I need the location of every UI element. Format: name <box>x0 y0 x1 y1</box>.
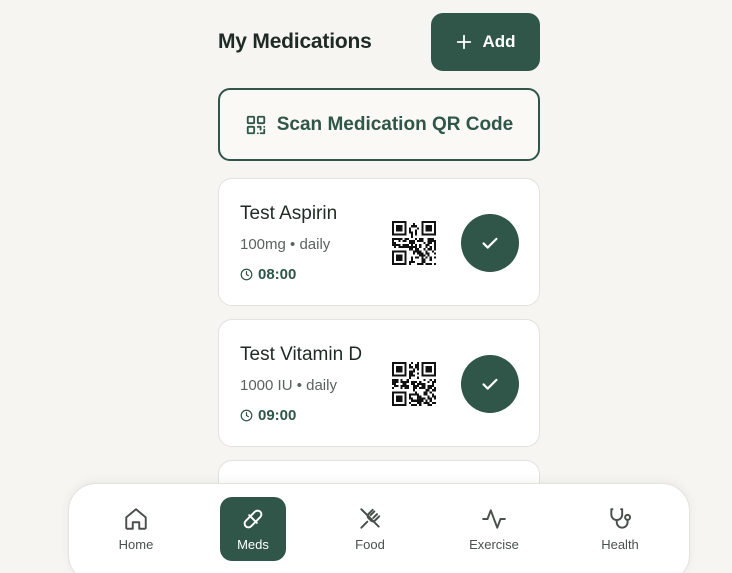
medication-time: 09:00 <box>240 407 296 424</box>
nav-label: Home <box>118 537 154 552</box>
medication-dose: 1000 IU • daily <box>240 377 337 394</box>
nav-item-food[interactable]: Food <box>337 497 403 561</box>
utensils-icon <box>360 508 381 529</box>
nav-item-exercise[interactable]: Exercise <box>461 497 527 561</box>
add-medication-button[interactable]: Add <box>431 13 540 71</box>
medication-card[interactable]: Test Aspirin 100mg • daily 08:00 <box>218 178 540 306</box>
scan-qr-button[interactable]: Scan Medication QR Code <box>218 88 540 161</box>
medication-dose: 100mg • daily <box>240 236 331 253</box>
nav-item-home[interactable]: Home <box>103 497 169 561</box>
medications-screen: My Medications Add Scan Medication QR Co… <box>0 0 732 573</box>
nav-label: Food <box>355 537 385 552</box>
medication-time-value: 09:00 <box>258 407 297 424</box>
medication-name: Test Vitamin D <box>240 344 363 365</box>
activity-icon <box>482 509 506 529</box>
qr-code-image[interactable] <box>392 362 436 406</box>
clock-icon <box>240 409 253 422</box>
qr-code-image[interactable] <box>392 221 436 265</box>
nav-item-meds[interactable]: Meds <box>220 497 286 561</box>
nav-item-health[interactable]: Health <box>587 497 653 561</box>
qr-code-icon <box>246 115 265 134</box>
nav-label: Meds <box>237 537 269 552</box>
check-icon <box>482 237 498 249</box>
add-button-label: Add <box>482 32 516 51</box>
plus-icon <box>457 34 472 50</box>
pill-icon <box>243 509 263 529</box>
clock-icon <box>240 268 253 281</box>
check-icon <box>482 378 498 390</box>
home-icon <box>125 508 147 530</box>
mark-taken-button[interactable] <box>461 355 519 413</box>
scan-button-label: Scan Medication QR Code <box>276 113 514 135</box>
medication-card[interactable]: Test Vitamin D 1000 IU • daily 09:00 <box>218 319 540 447</box>
page-title: My Medications <box>218 30 372 53</box>
medication-name: Test Aspirin <box>240 203 338 224</box>
mark-taken-button[interactable] <box>461 214 519 272</box>
header: My Medications Add <box>218 13 540 71</box>
bottom-navigation: Home Meds Food Exercise Health <box>68 483 690 573</box>
medication-time: 08:00 <box>240 266 296 283</box>
medication-time-value: 08:00 <box>258 266 297 283</box>
nav-label: Health <box>601 537 639 552</box>
stethoscope-icon <box>610 508 632 529</box>
nav-label: Exercise <box>469 537 519 552</box>
